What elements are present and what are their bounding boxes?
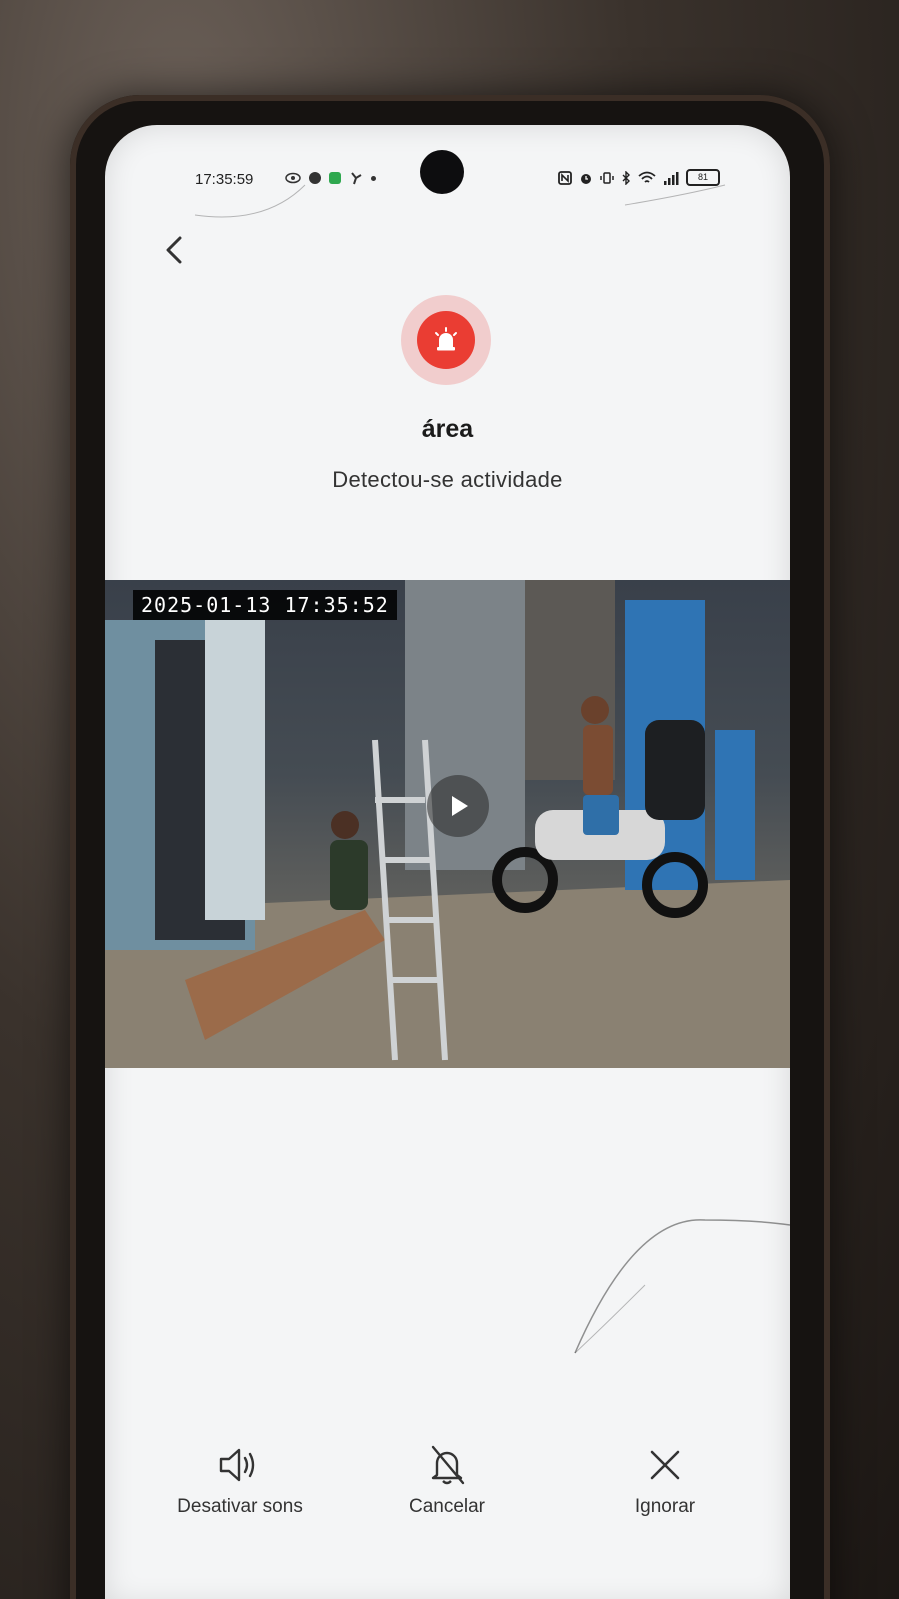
more-notifications-dot [371,175,376,181]
app-notification-icon [329,172,341,184]
bluetooth-icon [622,170,630,185]
mute-sounds-button[interactable]: Desativar sons [150,1440,330,1518]
vibrate-icon [600,171,614,184]
eye-icon [285,172,301,184]
messenger-icon [309,172,321,184]
speaker-icon [219,1448,255,1482]
alarm-clock-icon [581,173,591,184]
chevron-left-icon [166,236,182,264]
notification-icons [285,171,376,185]
snapshot-timestamp: 2025-01-13 17:35:52 [133,590,397,620]
camera-snapshot[interactable]: 2025-01-13 17:35:52 [105,580,790,1068]
signal-icon [664,171,679,185]
play-button[interactable] [427,775,489,837]
nfc-icon [558,170,572,185]
close-icon [650,1450,680,1480]
photo-scene: 17:35:59 81 área Detectou-se actividade … [0,0,899,1599]
wifi-icon [638,171,656,183]
alert-actions: Desativar sons Cancelar Ignorar [105,1440,790,1550]
phone-screen: 17:35:59 81 área Detectou-se actividade … [105,125,790,1599]
bell-off-icon [431,1445,465,1485]
ignore-button[interactable]: Ignorar [575,1440,755,1518]
cancel-button[interactable]: Cancelar [357,1440,537,1518]
alert-title: área [421,415,474,443]
mute-sounds-label: Desativar sons [177,1496,303,1517]
back-button[interactable] [160,230,190,270]
alarm-siren-icon [417,311,475,369]
ignore-label: Ignorar [634,1496,696,1517]
battery-indicator: 81 [686,169,720,186]
status-time: 17:35:59 [195,171,254,188]
cancel-label: Cancelar [408,1496,486,1517]
front-camera [420,150,464,194]
system-icons: 81 [558,169,720,186]
play-icon [452,796,468,816]
alert-message: Detectou-se actividade [332,467,563,492]
fan-icon [351,172,362,185]
alarm-badge [401,295,491,385]
status-bar: 17:35:59 81 [105,125,790,195]
